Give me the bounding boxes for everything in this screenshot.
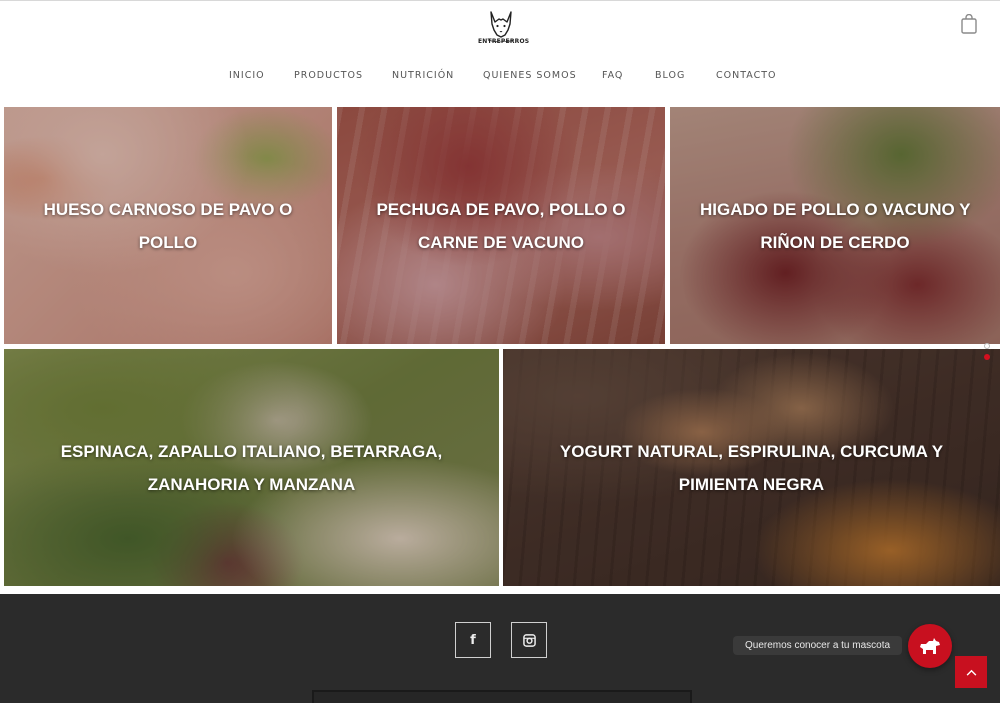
ingredient-tile-higado[interactable]: HIGADO DE POLLO O VACUNO Y RIÑON DE CERD… <box>670 107 1000 344</box>
nav-item-nutricion[interactable]: NUTRICIÓN <box>392 70 454 81</box>
ingredient-tile-hueso[interactable]: HUESO CARNOSO DE PAVO O POLLO <box>4 107 332 344</box>
instagram-link[interactable] <box>511 622 547 658</box>
dog-logo-icon <box>487 11 515 42</box>
nav-item-faq[interactable]: FAQ <box>602 70 623 81</box>
facebook-icon: f <box>470 632 476 648</box>
site-logo[interactable]: ENTREPERROS <box>478 8 530 50</box>
ingredient-tile-yogurt[interactable]: YOGURT NATURAL, ESPIRULINA, CURCUMA Y PI… <box>503 349 1000 586</box>
footer-panel <box>312 690 692 703</box>
tile-caption: ESPINACA, ZAPALLO ITALIANO, BETARRAGA, Z… <box>60 441 443 494</box>
instagram-icon <box>522 633 536 647</box>
nav-item-contacto[interactable]: CONTACTO <box>716 70 777 81</box>
nav-item-inicio[interactable]: INICIO <box>229 70 265 81</box>
slide-indicator-active[interactable] <box>984 354 990 360</box>
logo-text: ENTREPERROS <box>478 38 530 45</box>
ingredient-tile-verduras[interactable]: ESPINACA, ZAPALLO ITALIANO, BETARRAGA, Z… <box>4 349 499 586</box>
tile-caption: HIGADO DE POLLO O VACUNO Y RIÑON DE CERD… <box>700 199 971 252</box>
dog-icon <box>920 638 940 654</box>
pet-widget-label[interactable]: Queremos conocer a tu mascota <box>733 636 903 655</box>
nav-item-blog[interactable]: BLOG <box>655 70 685 81</box>
slide-indicator-inactive[interactable] <box>984 343 990 349</box>
chevron-up-icon <box>966 669 976 676</box>
tile-caption: YOGURT NATURAL, ESPIRULINA, CURCUMA Y PI… <box>559 441 944 494</box>
tile-caption: PECHUGA DE PAVO, POLLO O CARNE DE VACUNO <box>376 199 626 252</box>
scroll-top-button[interactable] <box>955 656 987 688</box>
nav-item-productos[interactable]: PRODUCTOS <box>294 70 363 81</box>
main-nav: INICIO PRODUCTOS NUTRICIÓN QUIENES SOMOS… <box>0 70 1000 84</box>
tile-caption: HUESO CARNOSO DE PAVO O POLLO <box>43 199 293 252</box>
pet-widget-button[interactable] <box>908 624 952 668</box>
ingredient-tile-pechuga[interactable]: PECHUGA DE PAVO, POLLO O CARNE DE VACUNO <box>337 107 665 344</box>
top-border <box>0 0 1000 1</box>
shopping-bag-icon[interactable] <box>960 13 978 34</box>
facebook-link[interactable]: f <box>455 622 491 658</box>
nav-item-quienes-somos[interactable]: QUIENES SOMOS <box>483 70 577 81</box>
